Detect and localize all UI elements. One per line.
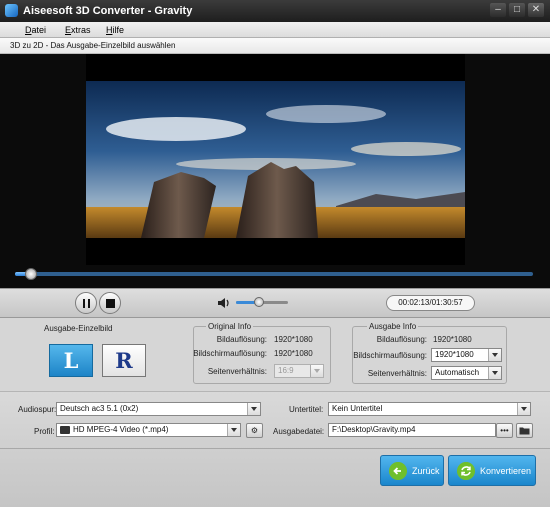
output-resolution-label: Bildauflösung: bbox=[376, 335, 427, 344]
original-aspect-value: 16:9 bbox=[278, 366, 294, 375]
preview-area bbox=[0, 54, 550, 288]
original-resolution-value: 1920*1080 bbox=[274, 335, 313, 344]
output-aspect-value: Automatisch bbox=[435, 368, 480, 377]
volume-icon[interactable] bbox=[217, 297, 231, 309]
close-icon: ✕ bbox=[531, 4, 541, 15]
video-frame-image bbox=[86, 81, 465, 238]
output-file-label: Ausgabedatei: bbox=[273, 427, 325, 436]
chevron-down-icon bbox=[517, 403, 530, 415]
original-screen-value: 1920*1080 bbox=[274, 349, 313, 358]
output-file-field[interactable]: F:\Desktop\Gravity.mp4 bbox=[328, 423, 496, 437]
convert-button-label: Konvertieren bbox=[480, 466, 532, 476]
output-frame-label: Ausgabe-Einzelbild bbox=[44, 324, 113, 333]
title-bar: Aiseesoft 3D Converter - Gravity – □ ✕ bbox=[0, 0, 550, 22]
output-options: Audiospur: Deutsch ac3 5.1 (0x2) Unterti… bbox=[0, 392, 550, 507]
output-screen-label: Bildschirmauflösung: bbox=[353, 351, 427, 360]
original-info-title: Original Info bbox=[206, 322, 254, 331]
step-bar: 3D zu 2D - Das Ausgabe-Einzelbild auswäh… bbox=[0, 38, 550, 54]
video-format-icon bbox=[60, 426, 70, 434]
profile-value: HD MPEG-4 Video (*.mp4) bbox=[73, 425, 169, 434]
left-frame-button[interactable]: L bbox=[49, 344, 93, 377]
minimize-button[interactable]: – bbox=[490, 3, 506, 17]
output-resolution-value: 1920*1080 bbox=[433, 335, 472, 344]
back-button-label: Zurück bbox=[412, 466, 440, 476]
seek-handle[interactable] bbox=[24, 268, 37, 280]
back-button[interactable]: Zurück bbox=[380, 455, 444, 486]
original-aspect-label: Seitenverhältnis: bbox=[207, 367, 267, 376]
output-screen-select[interactable]: 1920*1080 bbox=[431, 348, 502, 362]
output-info-group: Ausgabe Info Bildauflösung: 1920*1080 Bi… bbox=[352, 322, 507, 384]
pause-icon bbox=[83, 299, 90, 308]
menu-bar: Datei Extras Hilfe bbox=[0, 22, 550, 38]
video-preview bbox=[86, 54, 465, 265]
menu-extras[interactable]: Extras bbox=[65, 25, 91, 35]
audio-track-select[interactable]: Deutsch ac3 5.1 (0x2) bbox=[56, 402, 261, 416]
seek-slider[interactable] bbox=[15, 272, 533, 276]
profile-settings-button[interactable]: ⚙ bbox=[246, 423, 263, 438]
gear-icon: ⚙ bbox=[250, 426, 259, 435]
convert-icon bbox=[457, 462, 475, 480]
profile-label: Profil: bbox=[34, 427, 55, 436]
output-aspect-select[interactable]: Automatisch bbox=[431, 366, 502, 380]
convert-button[interactable]: Konvertieren bbox=[448, 455, 536, 486]
output-screen-value: 1920*1080 bbox=[435, 350, 474, 359]
chevron-down-icon bbox=[488, 367, 501, 379]
original-resolution-label: Bildauflösung: bbox=[216, 335, 267, 344]
minimize-icon: – bbox=[495, 4, 501, 15]
browse-button[interactable]: ••• bbox=[496, 423, 513, 438]
menu-datei[interactable]: Datei bbox=[25, 25, 46, 35]
step-description: 3D zu 2D - Das Ausgabe-Einzelbild auswäh… bbox=[10, 41, 176, 50]
folder-icon bbox=[519, 427, 530, 435]
playback-controls: 00:02:13/01:30:57 bbox=[0, 288, 550, 318]
original-screen-label: Bildschirmauflösung: bbox=[193, 349, 267, 358]
time-display: 00:02:13/01:30:57 bbox=[386, 295, 475, 311]
close-button[interactable]: ✕ bbox=[528, 3, 544, 17]
right-frame-button[interactable]: R bbox=[102, 344, 146, 377]
settings-panel: Ausgabe-Einzelbild L R Original Info Bil… bbox=[0, 318, 550, 392]
output-info-title: Ausgabe Info bbox=[367, 322, 419, 331]
subtitle-value: Kein Untertitel bbox=[332, 404, 383, 413]
stop-button[interactable] bbox=[99, 292, 121, 314]
maximize-button[interactable]: □ bbox=[509, 3, 525, 17]
original-aspect-select: 16:9 bbox=[274, 364, 324, 378]
profile-select[interactable]: HD MPEG-4 Video (*.mp4) bbox=[56, 423, 241, 437]
arrow-left-icon bbox=[389, 462, 407, 480]
chevron-down-icon bbox=[227, 424, 240, 436]
audio-track-value: Deutsch ac3 5.1 (0x2) bbox=[60, 404, 139, 413]
stop-icon bbox=[106, 299, 115, 308]
menu-hilfe[interactable]: Hilfe bbox=[106, 25, 124, 35]
volume-handle[interactable] bbox=[254, 297, 265, 307]
maximize-icon: □ bbox=[513, 4, 521, 15]
pause-button[interactable] bbox=[75, 292, 97, 314]
divider bbox=[0, 448, 550, 449]
chevron-down-icon bbox=[247, 403, 260, 415]
audio-track-label: Audiospur: bbox=[18, 405, 57, 414]
window-title: Aiseesoft 3D Converter - Gravity bbox=[23, 5, 193, 17]
chevron-down-icon bbox=[488, 349, 501, 361]
subtitle-select[interactable]: Kein Untertitel bbox=[328, 402, 531, 416]
output-aspect-label: Seitenverhältnis: bbox=[367, 369, 427, 378]
open-folder-button[interactable] bbox=[516, 423, 533, 438]
app-window: Aiseesoft 3D Converter - Gravity – □ ✕ D… bbox=[0, 0, 550, 507]
original-info-group: Original Info Bildauflösung: 1920*1080 B… bbox=[193, 322, 331, 384]
app-logo-icon bbox=[5, 4, 18, 17]
chevron-down-icon bbox=[310, 365, 323, 377]
subtitle-label: Untertitel: bbox=[289, 405, 324, 414]
